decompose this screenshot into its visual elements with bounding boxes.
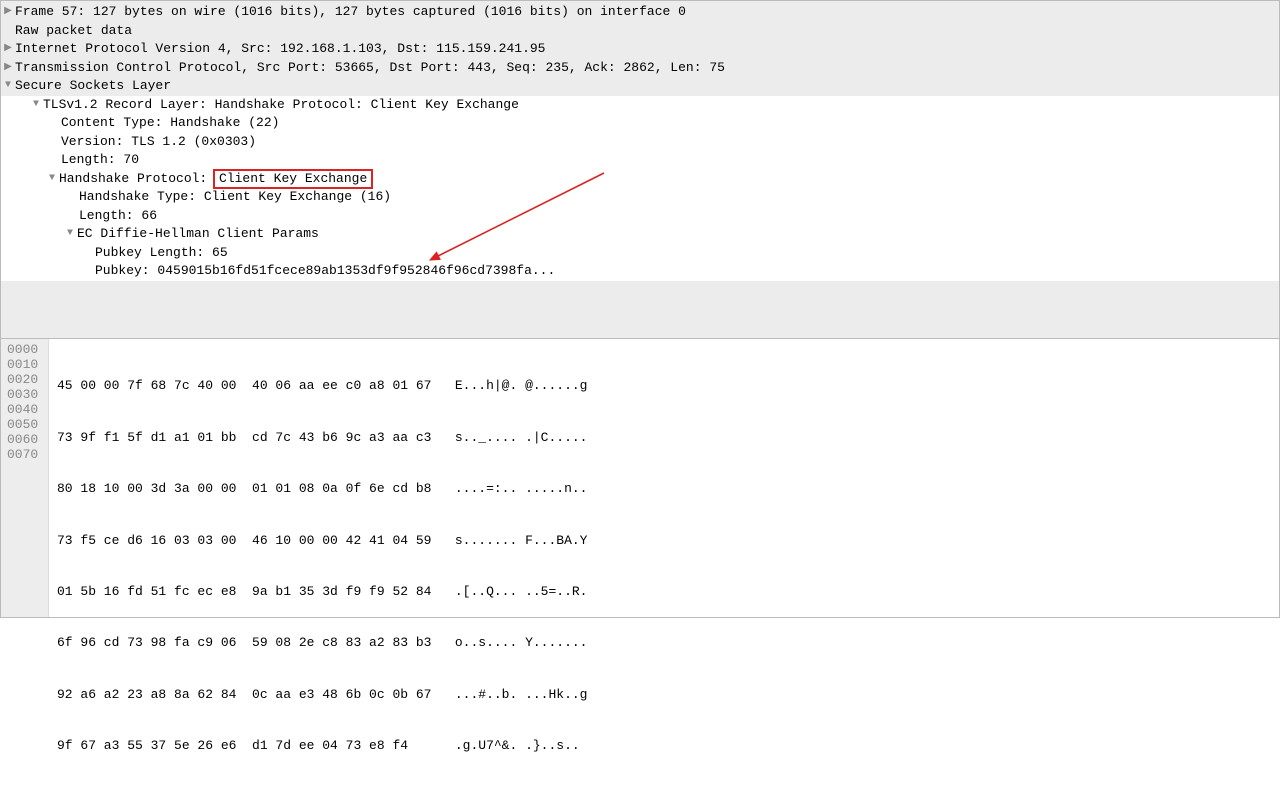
toggle-placeholder — [1, 24, 15, 38]
hex-dump-body[interactable]: 45 00 00 7f 68 7c 40 00 40 06 aa ee c0 a… — [49, 339, 596, 617]
collapse-toggle-icon[interactable]: ▼ — [1, 79, 15, 93]
raw-packet-label: Raw packet data — [15, 22, 132, 40]
client-key-exchange-highlight: Client Key Exchange — [213, 169, 373, 189]
tree-row-handshake-protocol[interactable]: ▼ Handshake Protocol: Client Key Exchang… — [1, 170, 1279, 189]
tree-row-length70[interactable]: Length: 70 — [1, 151, 1279, 170]
tree-row-handshake-type[interactable]: Handshake Type: Client Key Exchange (16) — [1, 188, 1279, 207]
record-layer-label: TLSv1.2 Record Layer: Handshake Protocol… — [43, 96, 519, 114]
length66-label: Length: 66 — [79, 207, 157, 225]
content-type-label: Content Type: Handshake (22) — [61, 114, 279, 132]
hex-offset: 0060 — [7, 431, 42, 446]
tcp-label: Transmission Control Protocol, Src Port:… — [15, 59, 725, 77]
pubkey-length-label: Pubkey Length: 65 — [95, 244, 228, 262]
expand-toggle-icon[interactable]: ▶ — [1, 61, 15, 75]
ip-label: Internet Protocol Version 4, Src: 192.16… — [15, 40, 546, 58]
hex-line: 80 18 10 00 3d 3a 00 00 01 01 08 0a 0f 6… — [57, 480, 588, 495]
handshake-prefix: Handshake Protocol: — [59, 170, 215, 188]
hex-offset: 0030 — [7, 386, 42, 401]
frame-label: Frame 57: 127 bytes on wire (1016 bits),… — [15, 3, 686, 21]
hex-offset: 0050 — [7, 416, 42, 431]
tree-row-tcp[interactable]: ▶ Transmission Control Protocol, Src Por… — [1, 59, 1279, 78]
tree-row-version[interactable]: Version: TLS 1.2 (0x0303) — [1, 133, 1279, 152]
hex-offset: 0020 — [7, 371, 42, 386]
tree-row-length66[interactable]: Length: 66 — [1, 207, 1279, 226]
collapse-toggle-icon[interactable]: ▼ — [29, 98, 43, 112]
hex-line: 45 00 00 7f 68 7c 40 00 40 06 aa ee c0 a… — [57, 377, 588, 392]
hex-line: 92 a6 a2 23 a8 8a 62 84 0c aa e3 48 6b 0… — [57, 686, 588, 701]
version-label: Version: TLS 1.2 (0x0303) — [61, 133, 256, 151]
hex-offset: 0000 — [7, 341, 42, 356]
hex-line: 73 9f f1 5f d1 a1 01 bb cd 7c 43 b6 9c a… — [57, 429, 588, 444]
tree-row-record-layer[interactable]: ▼ TLSv1.2 Record Layer: Handshake Protoc… — [1, 96, 1279, 115]
length70-label: Length: 70 — [61, 151, 139, 169]
hex-line: 9f 67 a3 55 37 5e 26 e6 d1 7d ee 04 73 e… — [57, 737, 588, 752]
hex-offset: 0040 — [7, 401, 42, 416]
ecdh-label: EC Diffie-Hellman Client Params — [77, 225, 319, 243]
tree-row-ip[interactable]: ▶ Internet Protocol Version 4, Src: 192.… — [1, 40, 1279, 59]
tree-row-raw[interactable]: Raw packet data — [1, 22, 1279, 41]
hex-offset-column: 0000 0010 0020 0030 0040 0050 0060 0070 — [1, 339, 49, 617]
ssl-label: Secure Sockets Layer — [15, 77, 171, 95]
collapse-toggle-icon[interactable]: ▼ — [63, 227, 77, 241]
hex-line: 6f 96 cd 73 98 fa c9 06 59 08 2e c8 83 a… — [57, 634, 588, 649]
hex-offset: 0010 — [7, 356, 42, 371]
tree-row-content-type[interactable]: Content Type: Handshake (22) — [1, 114, 1279, 133]
collapse-toggle-icon[interactable]: ▼ — [45, 172, 59, 186]
pubkey-label: Pubkey: 0459015b16fd51fcece89ab1353df9f9… — [95, 262, 555, 280]
handshake-type-label: Handshake Type: Client Key Exchange (16) — [79, 188, 391, 206]
hex-line: 01 5b 16 fd 51 fc ec e8 9a b1 35 3d f9 f… — [57, 583, 588, 598]
tree-row-pubkey[interactable]: Pubkey: 0459015b16fd51fcece89ab1353df9f9… — [1, 262, 1279, 281]
packet-details-tree[interactable]: ▶ Frame 57: 127 bytes on wire (1016 bits… — [1, 1, 1279, 339]
expand-toggle-icon[interactable]: ▶ — [1, 42, 15, 56]
tree-row-pubkey-length[interactable]: Pubkey Length: 65 — [1, 244, 1279, 263]
tree-row-ssl[interactable]: ▼ Secure Sockets Layer — [1, 77, 1279, 96]
packet-bytes-pane[interactable]: 0000 0010 0020 0030 0040 0050 0060 0070 … — [1, 339, 1279, 617]
tree-row-ecdh[interactable]: ▼ EC Diffie-Hellman Client Params — [1, 225, 1279, 244]
hex-offset: 0070 — [7, 446, 42, 461]
hex-line: 73 f5 ce d6 16 03 03 00 46 10 00 00 42 4… — [57, 532, 588, 547]
tree-row-frame[interactable]: ▶ Frame 57: 127 bytes on wire (1016 bits… — [1, 3, 1279, 22]
expand-toggle-icon[interactable]: ▶ — [1, 5, 15, 19]
